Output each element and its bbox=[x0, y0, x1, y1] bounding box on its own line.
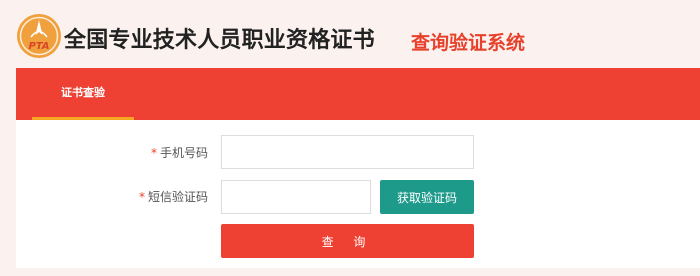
pta-logo-icon: PTA bbox=[17, 14, 61, 58]
get-code-button[interactable]: 获取验证码 bbox=[380, 180, 474, 214]
tab-label: 证书查验 bbox=[61, 86, 105, 99]
phone-label-text: 手机号码 bbox=[159, 146, 208, 160]
query-form: * 手机号码 * 短信验证码 获取验证码 查 询 bbox=[16, 120, 700, 268]
sms-code-label: * 短信验证码 bbox=[88, 190, 208, 204]
query-button[interactable]: 查 询 bbox=[221, 224, 474, 258]
required-mark: * bbox=[150, 146, 157, 160]
page-subtitle: 查询验证系统 bbox=[411, 32, 526, 54]
header: PTA 全国专业技术人员职业资格证书 查询验证系统 bbox=[0, 0, 700, 68]
required-mark: * bbox=[138, 190, 145, 204]
page-title: 全国专业技术人员职业资格证书 bbox=[64, 28, 375, 53]
tab-certificate-check[interactable]: 证书查验 bbox=[32, 68, 134, 120]
logo-text: PTA bbox=[28, 41, 49, 52]
sms-code-input[interactable] bbox=[221, 180, 371, 214]
phone-input[interactable] bbox=[221, 135, 474, 169]
nav-bar: 证书查验 bbox=[16, 68, 700, 120]
sms-code-label-text: 短信验证码 bbox=[147, 190, 208, 204]
phone-label: * 手机号码 bbox=[88, 146, 208, 160]
